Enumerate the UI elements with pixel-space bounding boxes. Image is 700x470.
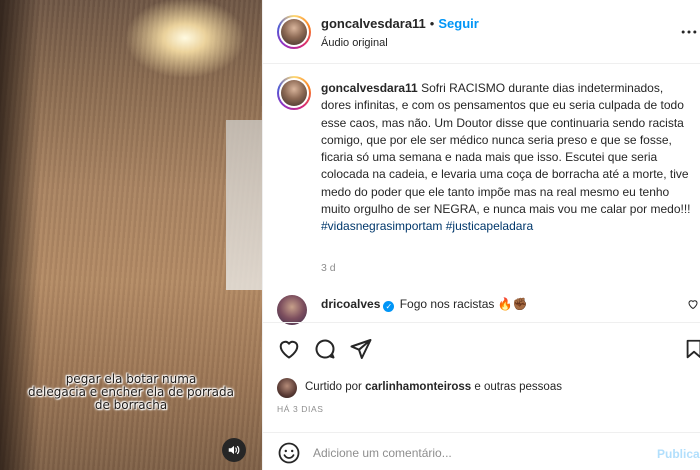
video-caption: pegar ela botar numa delegacia e encher …	[0, 373, 262, 412]
comment-text: Fogo nos racistas 🔥✊🏾	[399, 297, 528, 311]
comment-like-icon[interactable]	[687, 298, 699, 313]
send-icon[interactable]	[349, 337, 375, 363]
liked-by-text: Curtido por carlinhamonteiross e outras …	[305, 381, 562, 393]
comment-icon[interactable]	[313, 337, 339, 363]
audio-toggle-button[interactable]	[222, 438, 246, 462]
post-date: HÁ 3 DIAS	[277, 404, 324, 414]
header-separator: •	[429, 16, 435, 31]
caption-line: de borracha	[94, 398, 168, 412]
post-time: 3 d	[321, 262, 336, 274]
avatar[interactable]	[277, 15, 311, 49]
comment-input[interactable]	[313, 441, 643, 465]
speaker-icon	[228, 445, 240, 455]
hashtag-link[interactable]: #justicapeladara	[446, 219, 533, 233]
heart-icon[interactable]	[277, 337, 303, 363]
follow-button[interactable]: Seguir	[438, 16, 478, 31]
post-caption: goncalvesdara11 Sofri RACISMO durante di…	[263, 64, 700, 320]
comment-item: dricoalves ✓ Fogo nos racistas 🔥✊🏾	[263, 288, 700, 325]
caption-username[interactable]: goncalvesdara11	[321, 81, 418, 95]
comment-avatar[interactable]	[277, 295, 307, 325]
liked-suffix[interactable]: e outras pessoas	[474, 381, 562, 393]
video-player[interactable]: pegar ela botar numa delegacia e encher …	[0, 0, 262, 470]
verified-badge-icon: ✓	[383, 301, 395, 312]
publish-button[interactable]: Publicar	[657, 447, 700, 461]
bookmark-icon[interactable]	[683, 337, 700, 363]
caption-text: Sofri RACISMO durante dias indeterminado…	[321, 81, 691, 217]
liked-prefix: Curtido por	[305, 381, 362, 393]
hashtag-link[interactable]: #vidasnegrasimportam	[321, 219, 442, 233]
action-bar	[263, 322, 700, 376]
add-comment-bar: Publicar	[263, 432, 700, 470]
comment-body: dricoalves ✓ Fogo nos racistas 🔥✊🏾	[321, 297, 528, 312]
avatar[interactable]	[277, 76, 311, 110]
audio-label[interactable]: Áudio original	[321, 37, 388, 49]
more-horizontal-icon[interactable]	[679, 22, 700, 42]
caption-body: goncalvesdara11 Sofri RACISMO durante di…	[321, 80, 693, 236]
liked-user[interactable]: carlinhamonteiross	[365, 381, 471, 393]
post-panel: goncalvesdara11 • Seguir Áudio original go…	[262, 0, 700, 470]
emoji-icon[interactable]	[277, 441, 301, 465]
header-username[interactable]: goncalvesdara11	[321, 16, 426, 31]
comment-username[interactable]: dricoalves	[321, 297, 380, 311]
avatar[interactable]	[277, 378, 297, 398]
post-header: goncalvesdara11 • Seguir Áudio original	[263, 0, 700, 64]
header-user-line: goncalvesdara11 • Seguir	[321, 16, 479, 31]
